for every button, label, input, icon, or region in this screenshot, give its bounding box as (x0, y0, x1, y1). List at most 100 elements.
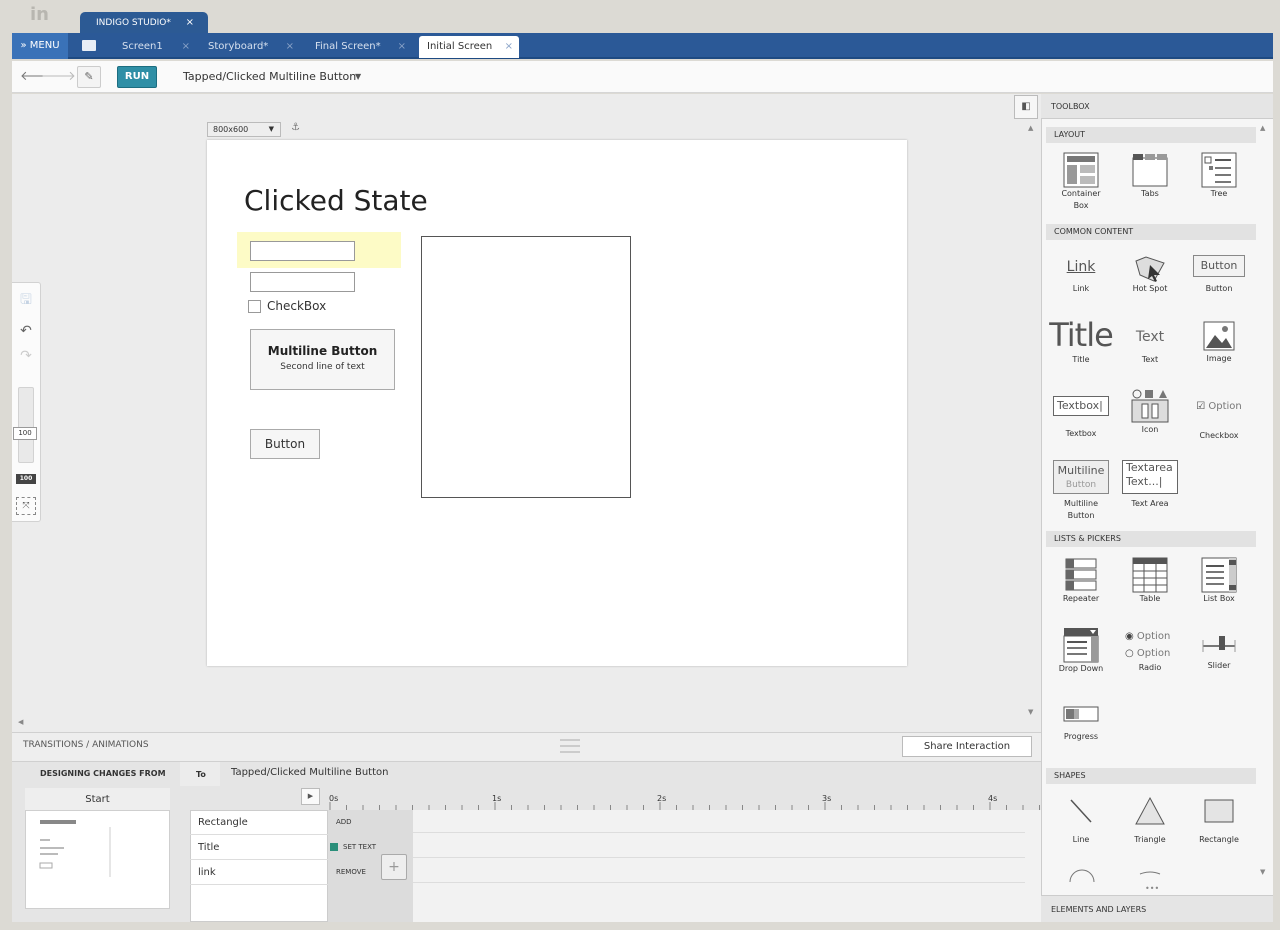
tool-progress[interactable]: Progress (1048, 705, 1114, 743)
fit-screen-icon[interactable]: ⤧ (16, 497, 36, 515)
tabs-icon (1132, 154, 1168, 187)
tool-hot-spot[interactable]: Hot Spot (1117, 253, 1183, 295)
tab-label: Screen1 (122, 41, 163, 52)
app-tab-label: INDIGO STUDIO* (96, 18, 171, 28)
tool-label: Rectangle (1199, 835, 1239, 844)
grip-icon[interactable]: ••• (1145, 884, 1159, 893)
tree-icon (1201, 152, 1237, 188)
tool-triangle[interactable]: Triangle (1117, 796, 1183, 846)
scroll-down-icon[interactable]: ▼ (1028, 708, 1033, 716)
scroll-up-icon[interactable]: ▲ (1260, 124, 1265, 132)
start-thumbnail (39, 820, 111, 877)
canvas-textbox-2[interactable] (250, 272, 355, 292)
tool-list-box[interactable]: List Box (1186, 557, 1252, 605)
tool-slider[interactable]: Slider (1186, 630, 1252, 672)
close-icon[interactable]: × (398, 36, 406, 58)
tool-line[interactable]: Line (1048, 796, 1114, 846)
save-icon[interactable]: 🖫 (16, 289, 36, 313)
tool-repeater[interactable]: Repeater (1048, 557, 1114, 605)
close-icon[interactable]: × (286, 36, 294, 58)
checkbox-option-label: Option (1208, 401, 1242, 412)
tab-screen1[interactable]: Screen1 × (114, 36, 196, 58)
close-icon[interactable]: × (182, 36, 190, 58)
folder-icon[interactable] (82, 40, 96, 51)
close-icon[interactable]: × (505, 36, 513, 58)
text-area-preview-line2: Text...| (1126, 475, 1163, 488)
canvas-textbox-1[interactable] (250, 241, 355, 261)
tool-link[interactable]: Link Link (1048, 255, 1114, 295)
tab-initial-screen[interactable]: Initial Screen × (419, 36, 519, 58)
zoom-value[interactable]: 100 (13, 427, 37, 440)
resolution-value: 800x600 (213, 125, 249, 134)
tab-final-screen[interactable]: Final Screen* × (307, 36, 412, 58)
tool-label: List Box (1203, 594, 1235, 603)
chevron-down-icon: ▼ (268, 125, 274, 133)
text-area-preview: Textarea Text...| (1122, 460, 1178, 494)
canvas-button[interactable]: Button (250, 429, 320, 459)
panel-toggle-icon[interactable]: ◧ (1014, 95, 1038, 119)
app-tab[interactable]: INDIGO STUDIO* × (80, 12, 208, 34)
app-tab-close-icon[interactable]: × (186, 12, 194, 34)
scroll-left-icon[interactable]: ◀ (18, 718, 23, 726)
undo-icon[interactable]: ↶ (16, 323, 36, 339)
tool-image[interactable]: Image (1186, 321, 1252, 365)
resolution-dropdown[interactable]: 800x600 ▼ (207, 122, 281, 137)
tool-container-box[interactable]: Container Box (1048, 152, 1114, 212)
menu-button[interactable]: » MENU (12, 33, 68, 59)
edit-pencil-icon[interactable]: ✎ (77, 66, 101, 88)
timeline-tracks[interactable] (413, 810, 1041, 922)
chevron-down-icon[interactable]: ▼ (355, 66, 361, 88)
tool-checkbox[interactable]: ☑ Option Checkbox (1186, 398, 1252, 442)
tool-radio[interactable]: ◉ Option ○ Option Radio (1117, 628, 1183, 674)
tool-multiline-button[interactable]: Multiline Button Multiline Button (1048, 460, 1114, 522)
section-layout[interactable]: LAYOUT (1046, 127, 1256, 143)
hot-spot-icon (1135, 256, 1165, 282)
rectangle-icon (1204, 799, 1234, 823)
canvas-multiline-button[interactable]: Multiline Button Second line of text (250, 329, 395, 390)
share-interaction-button[interactable]: Share Interaction (902, 736, 1032, 757)
tool-table[interactable]: Table (1117, 557, 1183, 605)
tool-text[interactable]: Text Text (1117, 324, 1183, 366)
anchor-icon[interactable]: ⚓ (291, 122, 300, 133)
drop-down-icon (1063, 628, 1099, 663)
play-icon[interactable]: ▶ (301, 788, 320, 805)
tool-icon[interactable]: Icon (1117, 388, 1183, 436)
slider-icon (1202, 636, 1236, 652)
layer-row[interactable]: link (190, 860, 328, 885)
tool-label: Image (1206, 354, 1232, 363)
elements-and-layers[interactable]: ELEMENTS AND LAYERS (1041, 895, 1273, 922)
tool-label: Icon (1141, 425, 1159, 434)
zoom-100-button[interactable]: 100 (16, 474, 36, 484)
radio-option-label: Option (1136, 648, 1171, 659)
tool-button[interactable]: Button Button (1186, 255, 1252, 295)
layer-row[interactable]: Rectangle (190, 810, 328, 835)
scroll-up-icon[interactable]: ▲ (1028, 124, 1033, 132)
tool-title[interactable]: Title Title (1048, 318, 1114, 366)
tool-text-area[interactable]: Textarea Text...| Text Area (1117, 460, 1183, 510)
tab-storyboard[interactable]: Storyboard* × (200, 36, 300, 58)
tool-rectangle[interactable]: Rectangle (1186, 796, 1252, 846)
action-add[interactable]: ADD (328, 810, 413, 835)
run-button[interactable]: RUN (117, 66, 157, 88)
tool-tree[interactable]: Tree (1186, 152, 1252, 200)
redo-icon[interactable]: ↷ (16, 348, 36, 364)
canvas-title[interactable]: Clicked State (244, 184, 428, 217)
layer-row[interactable]: Title (190, 835, 328, 860)
canvas-checkbox[interactable] (248, 300, 261, 313)
tool-drop-down[interactable]: Drop Down (1048, 627, 1114, 675)
section-shapes[interactable]: SHAPES (1046, 768, 1256, 784)
state-selector[interactable]: Tapped/Clicked Multiline Button (183, 66, 356, 88)
forward-arrow-icon[interactable]: 🡒 (41, 61, 76, 93)
tool-label: Table (1139, 594, 1161, 603)
container-box-icon (1063, 152, 1099, 188)
resize-grip-icon[interactable] (560, 739, 580, 753)
scroll-down-icon[interactable]: ▼ (1260, 868, 1265, 876)
canvas-rectangle[interactable] (421, 236, 631, 498)
tab-label: Initial Screen (427, 41, 493, 52)
tool-textbox[interactable]: Textbox| Textbox (1048, 396, 1114, 440)
section-lists-pickers[interactable]: LISTS & PICKERS (1046, 531, 1256, 547)
add-action-button[interactable]: + (381, 854, 407, 880)
section-common-content[interactable]: COMMON CONTENT (1046, 224, 1256, 240)
tool-tabs[interactable]: Tabs (1117, 152, 1183, 200)
zoom-slider[interactable] (18, 387, 34, 463)
